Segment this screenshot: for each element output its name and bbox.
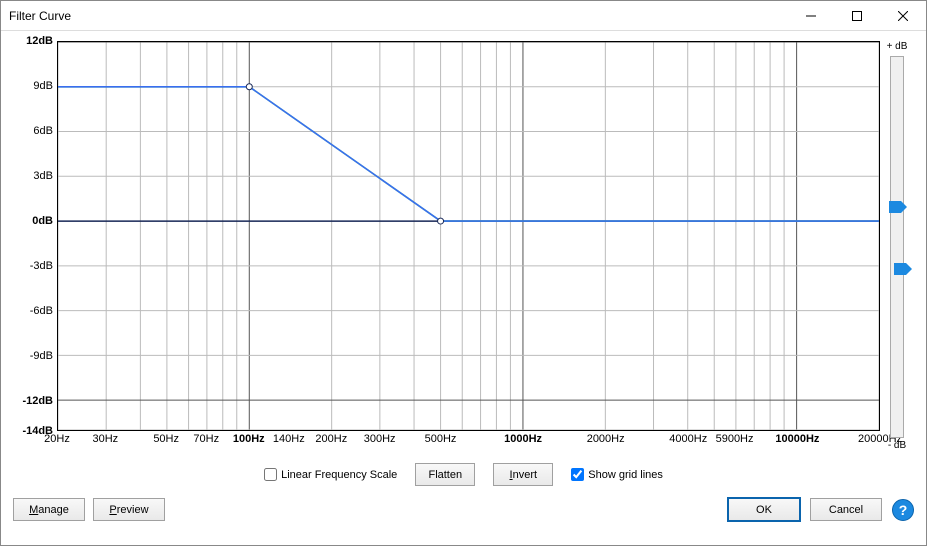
minimize-button[interactable] [788,1,834,31]
y-tick: -6dB [30,305,53,317]
close-button[interactable] [880,1,926,31]
help-button[interactable]: ? [892,499,914,521]
y-tick: -3dB [30,260,53,272]
show-grid-checkbox[interactable] [571,468,584,481]
x-tick: 10000Hz [775,433,819,445]
window-title: Filter Curve [9,9,788,23]
y-tick: 6dB [33,125,53,137]
gain-slider-column: + dB - dB [880,41,914,453]
titlebar: Filter Curve [1,1,926,31]
controls-row: Linear Frequency Scale Flatten Invert Sh… [13,453,914,494]
y-tick: 0dB [32,215,53,227]
x-tick: 20Hz [44,433,70,445]
y-axis: 12dB9dB6dB3dB0dB-3dB-6dB-9dB-12dB-14dB [13,41,57,453]
y-tick: -12dB [22,395,53,407]
slider-top-label: + dB [887,41,908,52]
ok-button[interactable]: OK [728,498,800,521]
y-tick: 12dB [26,35,53,47]
gain-slider[interactable] [890,56,904,438]
y-tick: 9dB [33,80,53,92]
x-tick: 30Hz [92,433,118,445]
linear-scale-checkbox[interactable] [264,468,277,481]
x-tick: 70Hz [193,433,219,445]
bottom-row: Manage Preview OK Cancel ? [1,494,926,531]
y-tick: -9dB [30,350,53,362]
maximize-button[interactable] [834,1,880,31]
x-tick: 2000Hz [587,433,625,445]
manage-button[interactable]: Manage [13,498,85,521]
slider-bottom-label: - dB [888,440,906,451]
linear-scale-checkbox-label[interactable]: Linear Frequency Scale [264,468,397,481]
filter-curve-plot[interactable] [57,41,880,431]
invert-button[interactable]: Invert [493,463,553,486]
x-tick: 200Hz [315,433,347,445]
cancel-button[interactable]: Cancel [810,498,882,521]
x-tick: 500Hz [425,433,457,445]
x-tick: 1000Hz [504,433,542,445]
x-tick: 5900Hz [716,433,754,445]
flatten-button[interactable]: Flatten [415,463,475,486]
x-tick: 100Hz [233,433,265,445]
y-tick: 3dB [33,170,53,182]
gain-slider-thumb[interactable] [889,201,907,213]
x-tick: 4000Hz [669,433,707,445]
preview-button[interactable]: Preview [93,498,165,521]
secondary-thumb[interactable] [894,263,912,275]
x-tick: 50Hz [153,433,179,445]
show-grid-checkbox-label[interactable]: Show grid lines [571,468,663,481]
x-tick: 300Hz [364,433,396,445]
x-tick: 140Hz [273,433,305,445]
x-axis: 20Hz30Hz50Hz70Hz100Hz140Hz200Hz300Hz500H… [57,431,880,453]
